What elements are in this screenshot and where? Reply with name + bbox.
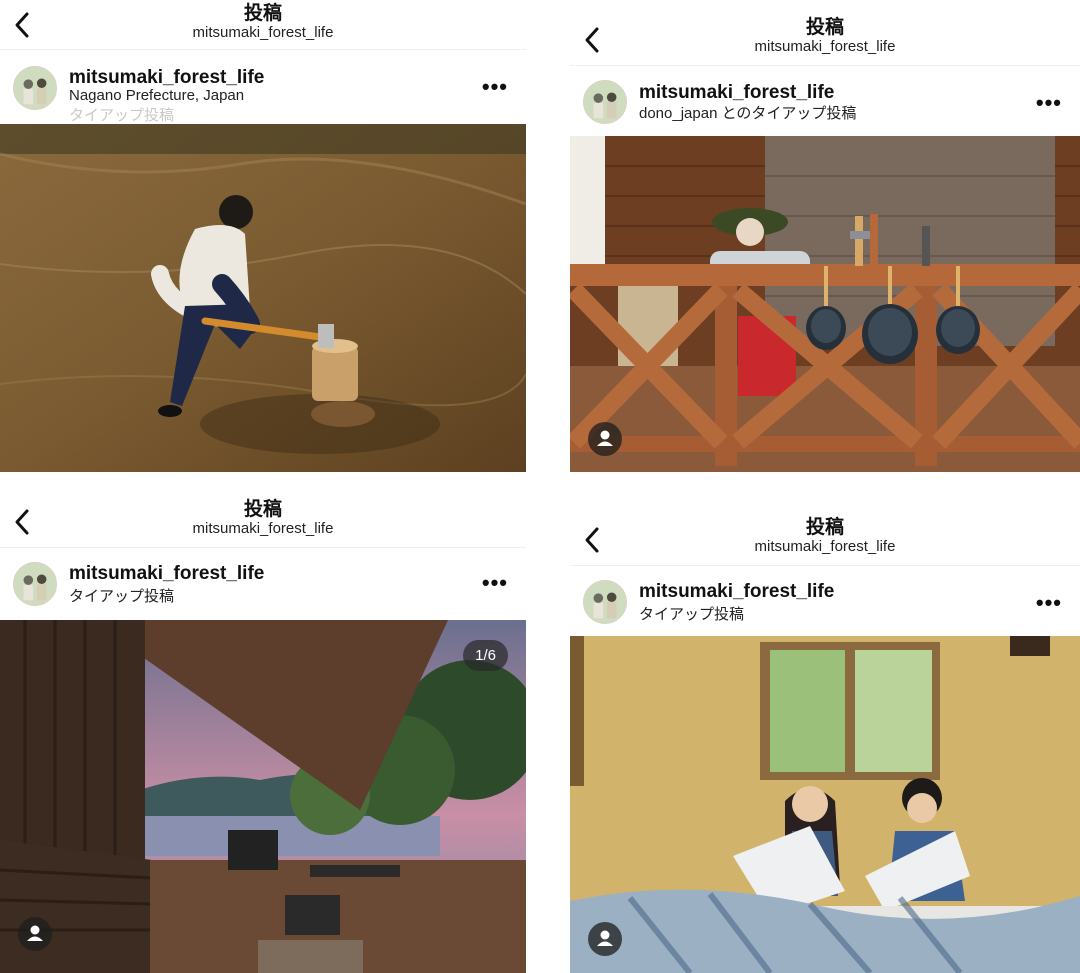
header-subtitle: mitsumaki_forest_life — [754, 538, 896, 555]
username[interactable]: mitsumaki_forest_life — [69, 564, 264, 584]
photo-deck-frying-pans — [570, 136, 1080, 472]
more-horizontal-icon: ••• — [481, 570, 508, 595]
avatar[interactable] — [583, 580, 627, 624]
back-button[interactable] — [580, 25, 606, 55]
post-user-row: mitsumaki_forest_life タイアップ投稿 ••• — [0, 550, 526, 620]
more-horizontal-icon: ••• — [1035, 590, 1062, 615]
username[interactable]: mitsumaki_forest_life — [69, 68, 264, 88]
post-user-row: mitsumaki_forest_life dono_japan とのタイアップ… — [570, 68, 1080, 136]
paid-partnership-label: タイアップ投稿 — [69, 107, 175, 124]
chevron-left-icon — [15, 12, 29, 37]
avatar[interactable] — [13, 562, 57, 606]
tagged-people-button[interactable] — [18, 917, 52, 951]
header-subtitle: mitsumaki_forest_life — [192, 24, 334, 41]
post-panel-3: 投稿 mitsumaki_forest_life mitsumaki_fores… — [0, 496, 526, 973]
photo-man-splitting-wood — [0, 124, 526, 472]
post-header: 投稿 mitsumaki_forest_life — [0, 496, 526, 548]
person-tag-icon — [597, 930, 613, 946]
header-title: 投稿 — [243, 2, 282, 24]
photo-couple-on-bed — [570, 636, 1080, 973]
post-panel-1: 投稿 mitsumaki_forest_life mitsumaki_fores… — [0, 0, 526, 472]
post-photo[interactable] — [0, 124, 526, 472]
post-user-row: mitsumaki_forest_life Nagano Prefecture,… — [0, 52, 526, 124]
back-button[interactable] — [10, 507, 36, 537]
post-header: 投稿 mitsumaki_forest_life — [570, 14, 1080, 66]
paid-partnership-label: タイアップ投稿 — [639, 606, 745, 623]
post-photo[interactable] — [570, 636, 1080, 973]
header-subtitle: mitsumaki_forest_life — [754, 38, 896, 55]
person-tag-icon — [27, 925, 43, 941]
chevron-left-icon — [585, 527, 599, 552]
more-horizontal-icon: ••• — [1035, 90, 1062, 115]
paid-partnership-link[interactable]: dono_japan とのタイアップ投稿 — [639, 105, 856, 123]
post-photo[interactable] — [570, 136, 1080, 472]
chevron-left-icon — [585, 27, 599, 52]
username[interactable]: mitsumaki_forest_life — [639, 83, 834, 103]
more-options-button[interactable]: ••• — [482, 572, 508, 594]
carousel-counter: 1/6 — [463, 640, 508, 671]
post-header: 投稿 mitsumaki_forest_life — [570, 514, 1080, 566]
more-options-button[interactable]: ••• — [482, 76, 508, 98]
header-title: 投稿 — [805, 516, 844, 538]
avatar[interactable] — [583, 80, 627, 124]
back-button[interactable] — [10, 10, 36, 40]
header-title: 投稿 — [243, 498, 282, 520]
tagged-people-button[interactable] — [588, 922, 622, 956]
username[interactable]: mitsumaki_forest_life — [639, 582, 834, 602]
more-options-button[interactable]: ••• — [1036, 592, 1062, 614]
post-panel-2: 投稿 mitsumaki_forest_life mitsumaki_fores… — [570, 14, 1080, 472]
post-header: 投稿 mitsumaki_forest_life — [0, 0, 526, 50]
header-title: 投稿 — [805, 16, 844, 38]
person-tag-icon — [597, 430, 613, 446]
post-photo[interactable]: 1/6 — [0, 620, 526, 973]
back-button[interactable] — [580, 525, 606, 555]
post-panel-4: 投稿 mitsumaki_forest_life mitsumaki_fores… — [570, 514, 1080, 973]
more-horizontal-icon: ••• — [481, 74, 508, 99]
avatar[interactable] — [13, 66, 57, 110]
location-link[interactable]: Nagano Prefecture, Japan — [69, 87, 244, 105]
paid-partnership-label: タイアップ投稿 — [69, 588, 175, 605]
more-options-button[interactable]: ••• — [1036, 92, 1062, 114]
chevron-left-icon — [15, 509, 29, 534]
post-user-row: mitsumaki_forest_life タイアップ投稿 ••• — [570, 568, 1080, 636]
photo-cabin-terrace-sunset — [0, 620, 526, 973]
tagged-people-button[interactable] — [588, 422, 622, 456]
header-subtitle: mitsumaki_forest_life — [192, 520, 334, 537]
